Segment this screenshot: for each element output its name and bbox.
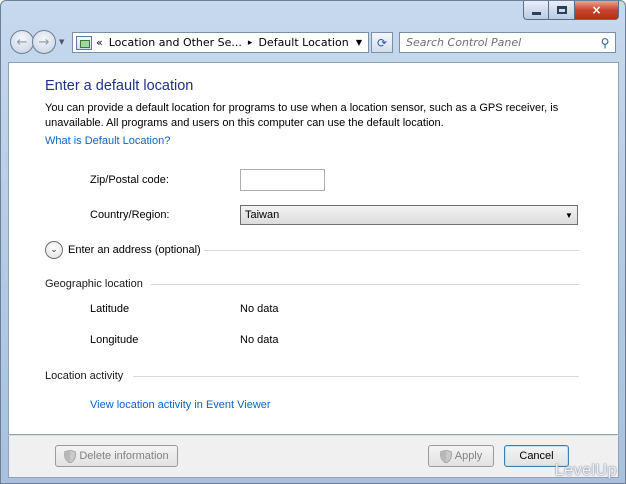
search-input[interactable] (400, 36, 595, 49)
uac-shield-icon (439, 449, 452, 463)
delete-information-button[interactable]: Delete information (55, 445, 178, 467)
what-is-default-location-link[interactable]: What is Default Location? (45, 135, 170, 147)
search-icon[interactable]: ⚲ (595, 36, 615, 50)
back-arrow-icon: ← (16, 34, 28, 50)
breadcrumb-overflow[interactable]: « (96, 36, 103, 49)
address-bar[interactable]: « Location and Other Se... ▸ Default Loc… (72, 32, 369, 53)
geographic-location-heading: Geographic location (45, 278, 143, 290)
geographic-divider (151, 284, 579, 285)
longitude-label: Longitude (90, 334, 139, 346)
activity-divider (133, 376, 579, 377)
close-icon: × (591, 3, 602, 17)
content-pane: Enter a default location You can provide… (8, 62, 619, 435)
chevron-down-icon: ▼ (565, 210, 573, 220)
location-activity-heading: Location activity (45, 370, 124, 382)
address-dropdown-icon[interactable]: ▼ (350, 38, 368, 47)
uac-shield-icon (64, 449, 77, 463)
forward-button[interactable]: → (32, 30, 56, 54)
country-region-dropdown[interactable]: Taiwan ▼ (240, 205, 578, 225)
forward-arrow-icon: → (38, 34, 50, 50)
refresh-button[interactable]: ⟳ (371, 32, 393, 53)
bottom-button-bar: Delete information Apply Cancel (8, 435, 619, 478)
back-button[interactable]: ← (10, 30, 34, 54)
page-description: You can provide a default location for p… (45, 102, 559, 129)
delete-information-label: Delete information (79, 450, 169, 462)
zip-postal-code-field[interactable] (240, 169, 325, 191)
view-location-activity-link[interactable]: View location activity in Event Viewer (90, 399, 271, 411)
longitude-value: No data (240, 334, 279, 346)
zip-label: Zip/Postal code: (90, 174, 169, 186)
control-panel-window: × ← → ▼ « Location and Other Se... ▸ Def… (0, 0, 626, 484)
latitude-value: No data (240, 303, 279, 315)
expander-divider (204, 250, 579, 251)
apply-label: Apply (454, 450, 483, 462)
country-selected-value: Taiwan (245, 209, 280, 221)
navigation-buttons: ← → ▼ (10, 30, 69, 54)
expand-chevron-icon[interactable]: ⌄ (45, 241, 63, 259)
apply-button[interactable]: Apply (428, 445, 494, 467)
close-button[interactable]: × (575, 1, 619, 20)
breadcrumb-location-and-other-sensors[interactable]: Location and Other Se... (109, 36, 242, 49)
maximize-icon (556, 6, 567, 14)
breadcrumb-default-location[interactable]: Default Location (258, 36, 348, 49)
control-panel-icon (76, 35, 92, 50)
maximize-button[interactable] (549, 1, 575, 20)
recent-pages-button[interactable]: ▼ (59, 38, 69, 46)
breadcrumb-separator-icon[interactable]: ▸ (248, 38, 253, 48)
caption-buttons: × (523, 1, 619, 20)
minimize-icon (531, 11, 541, 15)
search-box[interactable]: ⚲ (399, 32, 616, 53)
country-label: Country/Region: (90, 209, 170, 221)
chevron-down-icon: ▼ (59, 38, 65, 46)
page-title: Enter a default location (45, 78, 194, 94)
refresh-icon: ⟳ (376, 35, 388, 50)
address-expander[interactable]: ⌄ Enter an address (optional) (45, 241, 201, 259)
minimize-button[interactable] (523, 1, 549, 20)
expander-label: Enter an address (optional) (68, 244, 201, 256)
latitude-label: Latitude (90, 303, 130, 315)
levelup-watermark: LevelUp (554, 462, 617, 479)
